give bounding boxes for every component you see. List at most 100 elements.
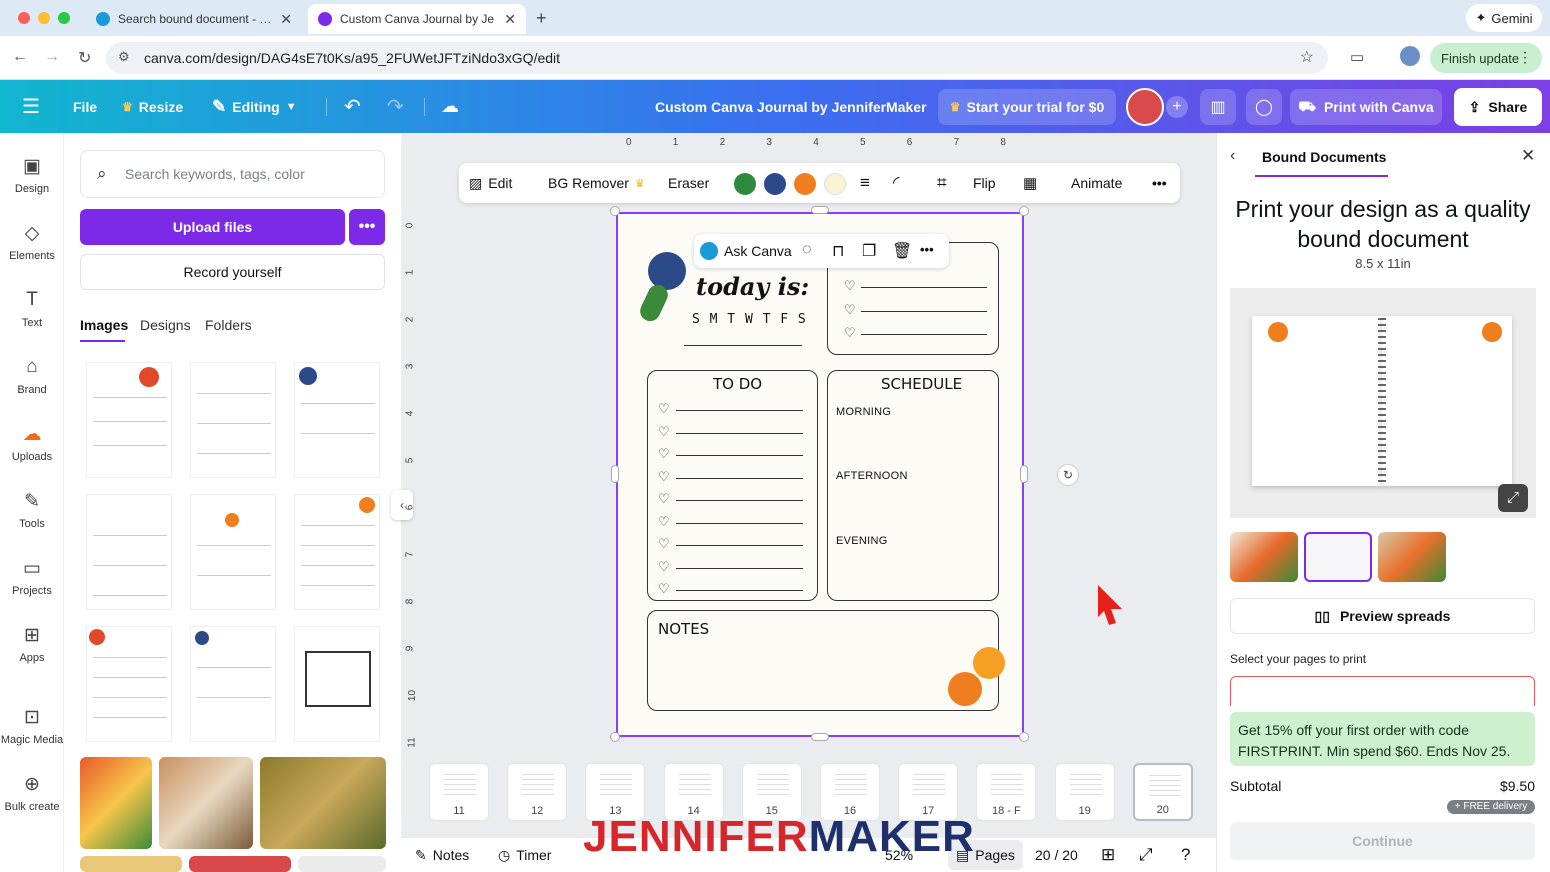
bg-remover-button[interactable]: BG Remover ♛ <box>548 163 645 203</box>
timer-button[interactable]: ◷ Timer <box>498 838 551 872</box>
expand-icon[interactable]: ⤢ <box>1498 484 1528 512</box>
upload-thumbnail[interactable] <box>190 626 276 742</box>
cat-photo[interactable] <box>159 757 253 849</box>
resize-handle[interactable] <box>1020 465 1028 483</box>
upload-thumbnail[interactable] <box>294 362 380 478</box>
back-arrow-icon[interactable]: ‹ <box>1230 147 1235 165</box>
upload-thumbnail[interactable] <box>294 494 380 610</box>
upload-thumbnail[interactable] <box>190 362 276 478</box>
page-thumbnail[interactable]: 19 <box>1054 763 1115 821</box>
more-vertical-icon[interactable]: ⋮ <box>1518 49 1532 66</box>
upload-thumbnail[interactable] <box>294 626 380 742</box>
gemini-button[interactable]: ✦ Gemini <box>1466 4 1542 32</box>
search-input[interactable]: ⌕ Search keywords, tags, color <box>80 150 385 198</box>
rail-item-uploads[interactable]: ☁ Uploads <box>0 423 64 463</box>
flower-card-photo[interactable] <box>80 757 152 849</box>
rail-item-elements[interactable]: ◇ Elements <box>0 222 64 262</box>
preview-thumbnail-photo[interactable] <box>1378 532 1446 582</box>
close-tab-icon[interactable]: ✕ <box>504 11 516 28</box>
flip-button[interactable]: Flip <box>973 163 996 203</box>
duplicate-icon[interactable]: ❐ <box>862 241 876 261</box>
cloud-saved-icon[interactable]: ☁ <box>441 80 459 133</box>
rail-item-design[interactable]: ▣ Design <box>0 155 64 195</box>
editing-mode-dropdown[interactable]: ✎ Editing ▼ <box>212 80 297 133</box>
page-thumbnail[interactable]: 12 <box>507 763 568 821</box>
new-tab-icon[interactable]: + <box>536 8 547 29</box>
close-window-icon[interactable] <box>18 12 30 24</box>
minimize-window-icon[interactable] <box>38 12 50 24</box>
resize-button[interactable]: ♛ Resize <box>122 80 183 133</box>
fullscreen-icon[interactable]: ⤢ <box>1139 838 1153 872</box>
rail-item-text[interactable]: T Text <box>0 289 64 329</box>
start-trial-button[interactable]: ♛ Start your trial for $0 <box>938 89 1116 125</box>
finish-update-button[interactable]: Finish update ⋮ <box>1430 43 1542 73</box>
preview-spreads-button[interactable]: ▯▯ Preview spreads <box>1230 598 1535 634</box>
resize-handle[interactable] <box>811 733 829 741</box>
rail-item-magic-media[interactable]: ⊡ Magic Media <box>0 706 64 746</box>
rail-item-projects[interactable]: ▭ Projects <box>0 557 64 597</box>
resize-handle[interactable] <box>610 206 620 216</box>
preview-thumbnail-cover[interactable] <box>1230 532 1298 582</box>
color-swatch-orange[interactable] <box>794 173 816 195</box>
resize-handle[interactable] <box>611 465 619 483</box>
maximize-window-icon[interactable] <box>58 12 70 24</box>
insights-chart-icon[interactable]: ▥ <box>1200 89 1236 125</box>
comment-add-icon[interactable]: ◌ <box>802 241 812 259</box>
ask-canva-button[interactable]: Ask Canva <box>724 243 792 259</box>
color-swatch-navy[interactable] <box>764 173 786 195</box>
upload-thumbnail[interactable] <box>86 362 172 478</box>
more-options-icon[interactable]: ••• <box>920 242 934 257</box>
cast-icon[interactable]: ▭ <box>1350 48 1364 66</box>
url-field[interactable]: ⚙ canva.com/design/DAG4sE7t0Ks/a95_2FUWe… <box>106 42 1328 74</box>
close-tab-icon[interactable]: ✕ <box>280 11 292 28</box>
notes-button[interactable]: ✎ Notes <box>415 838 469 872</box>
more-options-icon[interactable]: ••• <box>1152 163 1167 203</box>
more-options-icon[interactable]: ••• <box>349 209 385 245</box>
tab-designs[interactable]: Designs <box>140 317 191 333</box>
bookmark-star-icon[interactable]: ☆ <box>1300 47 1314 67</box>
lock-icon[interactable]: ⊓ <box>832 241 844 261</box>
close-icon[interactable]: ✕ <box>1521 146 1535 166</box>
browser-tab-active[interactable]: Custom Canva Journal by Je ✕ <box>308 4 526 34</box>
continue-button[interactable]: Continue <box>1230 822 1535 860</box>
grid-view-icon[interactable]: ⊞ <box>1101 838 1115 872</box>
reload-icon[interactable]: ↻ <box>78 48 91 68</box>
file-menu[interactable]: File <box>73 80 97 133</box>
comment-icon[interactable]: ◯ <box>1246 89 1282 125</box>
resize-handle[interactable] <box>610 732 620 742</box>
rail-item-apps[interactable]: ⊞ Apps <box>0 624 64 664</box>
rotate-icon[interactable]: ↻ <box>1057 464 1079 486</box>
resize-handle[interactable] <box>811 206 829 214</box>
rail-item-tools[interactable]: ✎ Tools <box>0 490 64 530</box>
help-icon[interactable]: ? <box>1181 838 1190 872</box>
tab-images[interactable]: Images <box>80 317 128 333</box>
preview-thumbnail-spread[interactable] <box>1304 532 1372 582</box>
design-title[interactable]: Custom Canva Journal by JenniferMaker <box>655 80 927 133</box>
corner-rounding-icon[interactable]: ◜ <box>893 163 900 203</box>
edit-image-button[interactable]: ▨ Edit <box>469 163 512 203</box>
upload-photo[interactable] <box>80 856 182 872</box>
upload-thumbnail[interactable] <box>190 494 276 610</box>
upload-photo[interactable] <box>189 856 291 872</box>
resize-handle[interactable] <box>1019 732 1029 742</box>
user-avatar[interactable] <box>1126 88 1164 126</box>
site-settings-icon[interactable]: ⚙ <box>118 49 130 65</box>
undo-icon[interactable]: ↶ <box>344 80 361 133</box>
profile-avatar[interactable] <box>1400 46 1420 66</box>
share-button[interactable]: ⇪ Share <box>1454 88 1542 126</box>
page-thumbnail[interactable]: 20 <box>1132 763 1193 821</box>
print-with-canva-button[interactable]: ⛟ Print with Canva <box>1290 89 1442 125</box>
eraser-button[interactable]: Eraser <box>668 163 709 203</box>
redo-icon[interactable]: ↷ <box>387 80 404 133</box>
trash-icon[interactable]: 🗑 <box>892 241 912 261</box>
rail-item-bulk-create[interactable]: ⊕ Bulk create <box>0 773 64 813</box>
add-collaborator-icon[interactable]: + <box>1166 96 1188 118</box>
color-swatch-cream[interactable] <box>824 173 846 195</box>
rail-item-brand[interactable]: ⌂ Brand <box>0 356 64 396</box>
page-thumbnail[interactable]: 18 - F <box>976 763 1037 821</box>
color-swatch-green[interactable] <box>734 173 756 195</box>
back-icon[interactable]: ← <box>12 48 28 66</box>
dogs-photo[interactable] <box>260 757 386 849</box>
border-style-icon[interactable]: ≡ <box>860 163 870 203</box>
resize-handle[interactable] <box>1019 206 1029 216</box>
